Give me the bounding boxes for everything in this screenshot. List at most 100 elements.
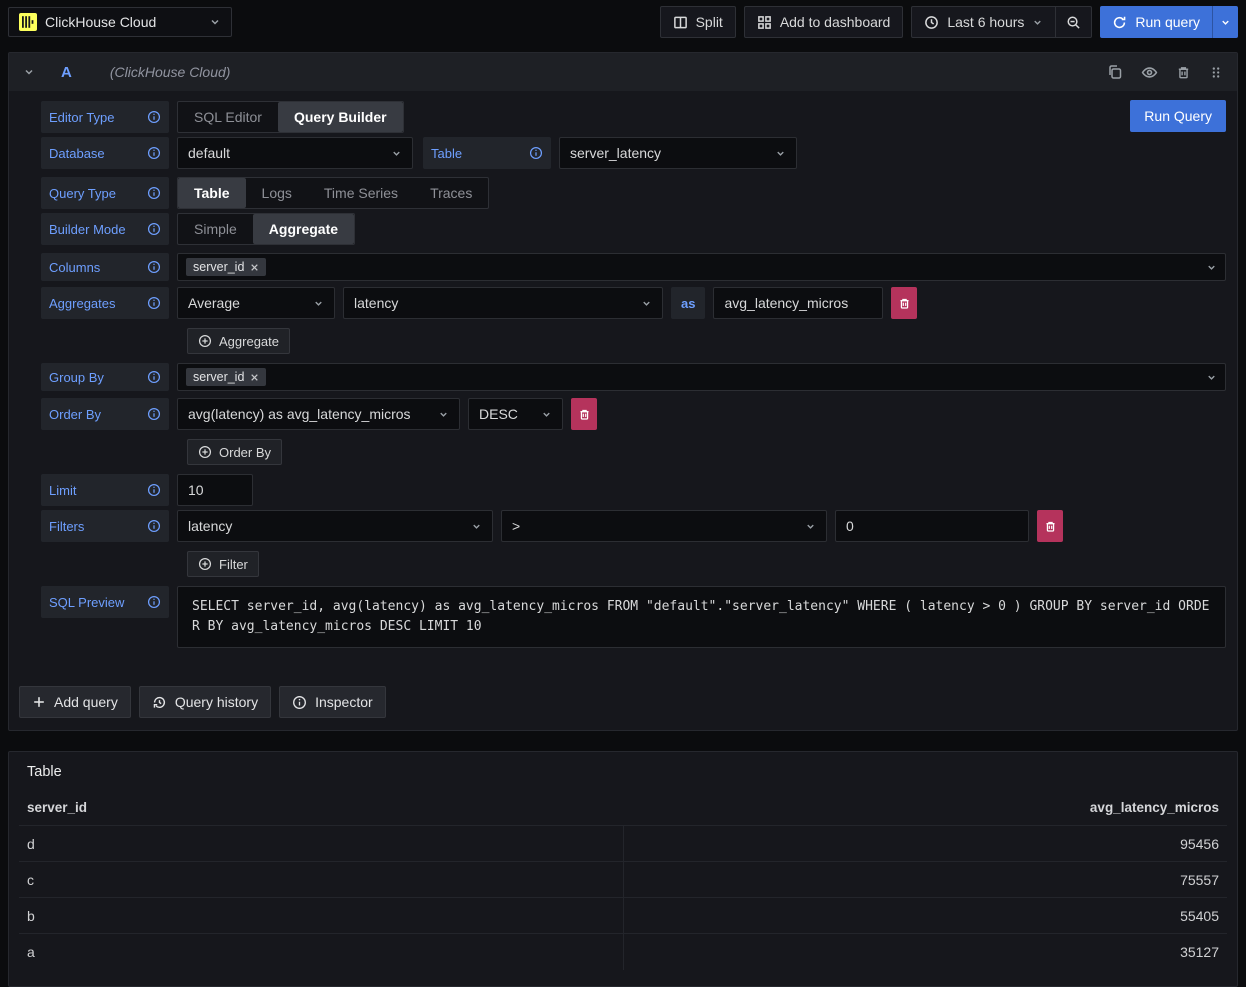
info-circle-icon[interactable] (147, 146, 161, 160)
info-circle-icon[interactable] (147, 222, 161, 236)
query-ref-id[interactable]: A (61, 64, 72, 81)
zoom-out-time-button[interactable] (1056, 6, 1092, 38)
builder-mode-option-aggregate[interactable]: Aggregate (253, 214, 354, 244)
filters-label: Filters (41, 510, 169, 542)
query-type-option-time-series[interactable]: Time Series (308, 178, 414, 208)
dashboard-grid-icon (757, 15, 772, 30)
cell-avg-latency-micros: 55405 (623, 898, 1227, 934)
chevron-down-icon[interactable] (1206, 262, 1217, 273)
datasource-picker[interactable]: ClickHouse Cloud (8, 7, 232, 37)
query-datasource-hint: (ClickHouse Cloud) (110, 64, 231, 80)
results-table-body: d95456c75557b55405a35127 (19, 826, 1227, 970)
aggregate-alias-input[interactable] (713, 287, 883, 319)
limit-input[interactable] (177, 474, 253, 506)
plus-circle-icon (198, 334, 212, 348)
info-circle-icon[interactable] (147, 186, 161, 200)
remove-order-by-button[interactable] (571, 398, 597, 430)
cell-server-id: c (19, 862, 623, 898)
builder-mode-label: Builder Mode (41, 213, 169, 245)
column-header-avg-latency[interactable]: avg_latency_micros (623, 792, 1227, 826)
column-header-server-id[interactable]: server_id (19, 792, 623, 826)
query-history-button[interactable]: Query history (139, 686, 271, 718)
run-query-button[interactable]: Run query (1100, 6, 1212, 38)
add-to-dashboard-button[interactable]: Add to dashboard (744, 6, 904, 38)
remove-aggregate-button[interactable] (891, 287, 917, 319)
builder-mode-switch: Simple Aggregate (177, 213, 355, 245)
info-circle-icon[interactable] (147, 260, 161, 274)
info-circle-icon[interactable] (529, 146, 543, 160)
refresh-icon (1112, 15, 1127, 30)
chevron-down-icon[interactable] (1206, 372, 1217, 383)
sql-preview-code: SELECT server_id, avg(latency) as avg_la… (177, 586, 1226, 648)
eye-icon[interactable] (1141, 64, 1158, 81)
cell-server-id: b (19, 898, 623, 934)
drag-handle-icon[interactable] (1209, 65, 1223, 80)
filter-operator-select[interactable]: > (501, 510, 827, 542)
order-by-direction-select[interactable]: DESC (468, 398, 563, 430)
add-query-button[interactable]: Add query (19, 686, 131, 718)
info-circle-icon[interactable] (147, 407, 161, 421)
clock-icon (924, 15, 939, 30)
run-query-split-button: Run query (1100, 6, 1238, 38)
query-editor-footer: Add query Query history Inspector (9, 662, 1237, 730)
columns-label: Columns (41, 253, 169, 281)
query-editor-body: Run Query Editor Type SQL Editor Query B… (9, 91, 1237, 662)
editor-type-label: Editor Type (41, 101, 169, 133)
query-editor-header: A (ClickHouse Cloud) (9, 53, 1237, 91)
time-range-picker[interactable]: Last 6 hours (911, 6, 1056, 38)
cell-avg-latency-micros: 75557 (623, 862, 1227, 898)
split-button[interactable]: Split (660, 6, 736, 38)
order-by-expression-select[interactable]: avg(latency) as avg_latency_micros (177, 398, 460, 430)
query-type-option-traces[interactable]: Traces (414, 178, 488, 208)
editor-type-option-query-builder[interactable]: Query Builder (278, 102, 403, 132)
aggregate-column-select[interactable]: latency (343, 287, 663, 319)
query-editor-panel: A (ClickHouse Cloud) Run Query Editor Ty… (8, 52, 1238, 731)
aggregate-function-select[interactable]: Average (177, 287, 335, 319)
columns-multiselect[interactable]: server_id (177, 253, 1226, 281)
chevron-down-icon (209, 16, 221, 28)
add-to-dashboard-label: Add to dashboard (780, 14, 891, 30)
aggregate-column-value: latency (354, 295, 398, 311)
builder-mode-option-simple[interactable]: Simple (178, 214, 253, 244)
editor-type-switch: SQL Editor Query Builder (177, 101, 404, 133)
add-aggregate-button[interactable]: Aggregate (187, 328, 290, 354)
run-query-dropdown-caret[interactable] (1212, 6, 1238, 38)
history-icon (152, 695, 167, 710)
table-row: c75557 (19, 862, 1227, 898)
trash-icon (1044, 520, 1057, 533)
inspector-button[interactable]: Inspector (279, 686, 386, 718)
plus-circle-icon (198, 445, 212, 459)
delete-query-icon[interactable] (1176, 65, 1191, 80)
query-type-option-logs[interactable]: Logs (246, 178, 308, 208)
plus-circle-icon (198, 557, 212, 571)
filter-operator-value: > (512, 518, 520, 534)
info-circle-icon[interactable] (147, 483, 161, 497)
info-circle-icon[interactable] (147, 110, 161, 124)
query-type-option-table[interactable]: Table (178, 178, 246, 208)
info-circle-icon[interactable] (147, 370, 161, 384)
info-circle-icon[interactable] (147, 595, 161, 609)
remove-chip-icon[interactable] (250, 263, 259, 272)
group-by-multiselect[interactable]: server_id (177, 363, 1226, 391)
duplicate-query-icon[interactable] (1107, 64, 1123, 80)
database-label: Database (41, 137, 169, 169)
clickhouse-logo-icon (19, 13, 37, 31)
filter-column-select[interactable]: latency (177, 510, 493, 542)
filter-value-input[interactable] (835, 510, 1029, 542)
add-filter-button[interactable]: Filter (187, 551, 259, 577)
database-select[interactable]: default (177, 137, 413, 169)
run-query-label: Run query (1135, 14, 1200, 30)
editor-type-option-sql-editor[interactable]: SQL Editor (178, 102, 278, 132)
info-circle-icon[interactable] (147, 519, 161, 533)
sql-preview-label: SQL Preview (41, 586, 169, 618)
remove-filter-button[interactable] (1037, 510, 1063, 542)
run-query-inline-button[interactable]: Run Query (1130, 100, 1226, 132)
chevron-down-icon (1032, 17, 1043, 28)
add-order-by-button[interactable]: Order By (187, 439, 282, 465)
info-circle-icon (292, 695, 307, 710)
collapse-chevron-icon[interactable] (23, 66, 35, 78)
limit-label: Limit (41, 474, 169, 506)
remove-chip-icon[interactable] (250, 373, 259, 382)
info-circle-icon[interactable] (147, 296, 161, 310)
table-select[interactable]: server_latency (559, 137, 797, 169)
